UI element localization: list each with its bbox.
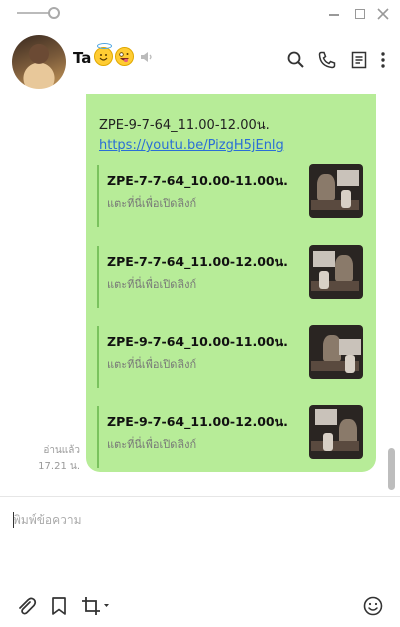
- link-preview-subtitle: แตะที่นี่เพื่อเปิดลิงก์: [107, 438, 197, 451]
- message-bubble[interactable]: ZPE-9-7-64_11.00-12.00น. https://youtu.b…: [86, 94, 376, 472]
- contact-name[interactable]: Ta: [73, 49, 91, 67]
- link-preview-title: ZPE-7-7-64_10.00-11.00น.: [107, 173, 288, 188]
- message-link[interactable]: https://youtu.be/PizgH5jEnlg: [99, 136, 284, 156]
- link-preview-title: ZPE-7-7-64_11.00-12.00น.: [107, 254, 288, 269]
- minimize-button[interactable]: [325, 5, 343, 23]
- message-text: ZPE-9-7-64_11.00-12.00น.: [99, 118, 270, 133]
- link-preview-title: ZPE-9-7-64_10.00-11.00น.: [107, 334, 288, 349]
- avatar[interactable]: [12, 35, 66, 89]
- zany-face-icon: [119, 52, 129, 63]
- message-list[interactable]: ZPE-9-7-64_11.00-12.00น. https://youtu.b…: [0, 94, 400, 496]
- speaker-mute-icon: [141, 52, 152, 62]
- composer: [0, 496, 400, 627]
- screenshot-crop-icon[interactable]: [80, 595, 112, 617]
- video-thumbnail: [309, 245, 363, 299]
- emoji-smile-icon[interactable]: [362, 595, 384, 617]
- link-preview-title: ZPE-9-7-64_11.00-12.00น.: [107, 414, 288, 429]
- video-thumbnail: [309, 405, 363, 459]
- minimize-icon: [329, 14, 339, 16]
- zany-face-emoji-icon: [115, 47, 134, 66]
- window-titlebar: [0, 0, 400, 28]
- link-preview-subtitle: แตะที่นี่เพื่อเปิดลิงก์: [107, 197, 197, 210]
- notes-icon[interactable]: [349, 50, 369, 70]
- read-status-label: อ่านแล้ว: [43, 445, 80, 456]
- more-options-icon[interactable]: [376, 50, 390, 70]
- halo-smile-emoji-icon: [94, 43, 113, 66]
- video-thumbnail: [309, 164, 363, 218]
- paperclip-icon[interactable]: [15, 595, 37, 617]
- phone-call-icon[interactable]: [317, 50, 337, 70]
- link-preview[interactable]: ZPE-7-7-64_11.00-12.00น. แตะที่นี่เพื่อเ…: [97, 245, 363, 308]
- chat-header: Ta: [0, 28, 400, 94]
- message-time: 17.21 น.: [38, 461, 80, 472]
- text-caret: [13, 512, 14, 528]
- link-preview-subtitle: แตะที่นี่เพื่อเปิดลิงก์: [107, 358, 197, 371]
- search-icon[interactable]: [286, 50, 306, 70]
- link-preview[interactable]: ZPE-7-7-64_10.00-11.00น. แตะที่นี่เพื่อเ…: [97, 164, 363, 227]
- link-preview-subtitle: แตะที่นี่เพื่อเปิดลิงก์: [107, 278, 197, 291]
- smile-face-icon: [99, 54, 108, 61]
- link-preview[interactable]: ZPE-9-7-64_11.00-12.00น. แตะที่นี่เพื่อเ…: [97, 405, 363, 468]
- message-scrollbar[interactable]: [388, 448, 395, 490]
- read-receipt: อ่านแล้ว 17.21 น.: [30, 443, 80, 475]
- close-icon: [377, 8, 389, 20]
- message-input[interactable]: [13, 511, 383, 571]
- opacity-slider-track[interactable]: [17, 12, 52, 14]
- link-preview[interactable]: ZPE-9-7-64_10.00-11.00น. แตะที่นี่เพื่อเ…: [97, 325, 363, 388]
- maximize-button[interactable]: [351, 5, 369, 23]
- bookmark-icon[interactable]: [48, 595, 70, 617]
- close-button[interactable]: [374, 5, 392, 23]
- maximize-icon: [355, 9, 365, 19]
- video-thumbnail: [309, 325, 363, 379]
- opacity-slider-knob[interactable]: [48, 7, 60, 19]
